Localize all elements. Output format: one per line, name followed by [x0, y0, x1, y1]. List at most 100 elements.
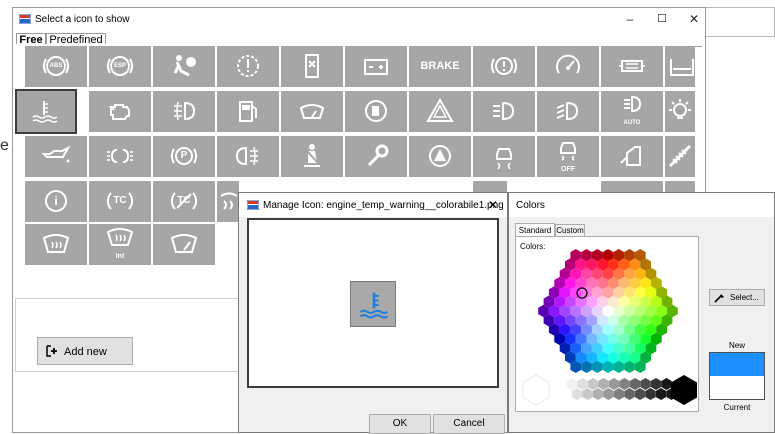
- fuel-pump-icon[interactable]: [217, 91, 279, 132]
- gray-hex-cell[interactable]: [645, 388, 656, 400]
- gray-hex-cell[interactable]: [634, 388, 646, 400]
- rear-fog-light-icon[interactable]: [217, 136, 279, 177]
- gray-hex-cell[interactable]: [608, 378, 620, 390]
- off-icon-text: OFF: [561, 166, 575, 173]
- gray-hex-cell[interactable]: [587, 378, 599, 390]
- app-icon: [247, 200, 259, 210]
- background-window-fragment: [706, 7, 775, 37]
- tc-off-indicator-icon[interactable]: TC: [153, 181, 215, 222]
- color-hexagon-picker[interactable]: [516, 237, 700, 413]
- oil-pressure-icon[interactable]: [25, 136, 87, 177]
- washer-fluid-icon[interactable]: [281, 91, 343, 132]
- close-button[interactable]: ✕: [683, 10, 705, 28]
- brake-text-warning-icon[interactable]: BRAKE: [409, 46, 471, 87]
- brake-system-warning-icon[interactable]: [217, 46, 279, 87]
- coolant-level-warning-icon[interactable]: [665, 46, 695, 87]
- minimize-button[interactable]: –: [619, 10, 641, 28]
- esp-icon-text: ESP: [113, 63, 126, 69]
- brake-circle-warning-icon[interactable]: [473, 46, 535, 87]
- cancel-button[interactable]: Cancel: [433, 414, 505, 434]
- gray-hex-cell[interactable]: [592, 388, 604, 400]
- esp-warning-icon[interactable]: ESP: [89, 46, 151, 87]
- tab-standard[interactable]: Standard: [515, 223, 555, 237]
- speedometer-warning-icon[interactable]: [537, 46, 599, 87]
- traction-control-off-icon[interactable]: OFF: [537, 136, 599, 177]
- gray-hex-cell[interactable]: [613, 388, 625, 400]
- seatbelt-warning-icon[interactable]: [281, 136, 343, 177]
- fuel-cap-icon[interactable]: [345, 91, 407, 132]
- eyedropper-select-button[interactable]: Select...: [709, 289, 765, 306]
- info-icon-text: i: [54, 194, 58, 208]
- close-button[interactable]: ✕: [483, 196, 503, 214]
- auto-icon-text: AUTO: [623, 120, 641, 126]
- current-color-label: Current: [723, 403, 751, 412]
- partial-background-text: e: [0, 137, 9, 154]
- manage-dialog-title: Manage Icon: engine_temp_warning__colora…: [263, 200, 504, 211]
- tc-off-icon-text: TC: [177, 195, 191, 206]
- fog-light-front-icon[interactable]: [153, 91, 215, 132]
- maximize-button[interactable]: ☐: [651, 10, 673, 28]
- int-icon-text: Int: [115, 253, 125, 260]
- colors-dialog: Colors Standard Custom Colors: Select...…: [508, 192, 775, 433]
- gray-hex-cell[interactable]: [655, 388, 667, 400]
- main-titlebar[interactable]: Select a icon to show – ☐ ✕: [13, 8, 705, 32]
- battery-warning-icon[interactable]: [345, 46, 407, 87]
- tc-indicator-icon[interactable]: TC: [89, 181, 151, 222]
- windshield-defrost-int-icon[interactable]: Int: [89, 224, 151, 265]
- suspension-warning-icon[interactable]: [665, 136, 695, 177]
- information-icon[interactable]: i: [25, 181, 87, 222]
- gray-hex-cell[interactable]: [598, 378, 609, 390]
- add-new-button[interactable]: Add new: [37, 337, 133, 365]
- colors-titlebar[interactable]: Colors: [509, 193, 774, 217]
- ecu-warning-icon[interactable]: [601, 46, 663, 87]
- gray-hex-cell[interactable]: [603, 388, 614, 400]
- new-color-swatch: [709, 352, 765, 376]
- gray-hex-cell[interactable]: [619, 378, 630, 390]
- gray-hex-cell[interactable]: [577, 378, 588, 390]
- add-icon: [46, 345, 57, 357]
- ok-button[interactable]: OK: [369, 414, 431, 434]
- traction-control-icon[interactable]: [473, 136, 535, 177]
- main-window-title: Select a icon to show: [35, 14, 130, 25]
- eyedropper-icon: [714, 294, 724, 303]
- gray-hex-cell[interactable]: [650, 378, 662, 390]
- manage-titlebar[interactable]: Manage Icon: engine_temp_warning__colora…: [239, 193, 507, 217]
- black-hex-cell[interactable]: [671, 375, 697, 405]
- parking-brake-icon[interactable]: P: [153, 136, 215, 177]
- gray-hex-cell[interactable]: [582, 388, 593, 400]
- auto-headlight-icon[interactable]: AUTO: [601, 91, 663, 132]
- gray-hex-cell[interactable]: [566, 378, 578, 390]
- brake-icon-text: BRAKE: [420, 60, 460, 72]
- door-open-icon[interactable]: [601, 136, 663, 177]
- master-warning-icon[interactable]: [409, 136, 471, 177]
- low-beam-icon[interactable]: [473, 91, 535, 132]
- gray-hex-cell[interactable]: [661, 378, 672, 390]
- windshield-wiper-icon[interactable]: [153, 224, 215, 265]
- engine-check-warning-icon[interactable]: [89, 91, 151, 132]
- hazard-warning-icon[interactable]: [409, 91, 471, 132]
- gray-hex-cell[interactable]: [629, 378, 641, 390]
- windshield-defrost-icon[interactable]: [25, 224, 87, 265]
- defrost-partial-icon[interactable]: [217, 181, 239, 222]
- service-wrench-icon[interactable]: [345, 136, 407, 177]
- gray-hex-cell[interactable]: [640, 378, 651, 390]
- add-new-label: Add new: [64, 346, 107, 358]
- abs-icon-text: ABS: [49, 63, 63, 69]
- fuel-filter-warning-icon[interactable]: [281, 46, 343, 87]
- airbag-warning-icon[interactable]: [153, 46, 215, 87]
- color-palette-panel: Colors:: [515, 236, 699, 412]
- parking-lights-icon[interactable]: [89, 136, 151, 177]
- select-label: Select...: [730, 293, 759, 302]
- auto-high-beam-icon[interactable]: [537, 91, 599, 132]
- icon-preview: [247, 218, 499, 388]
- gray-hex-cell[interactable]: [571, 388, 583, 400]
- white-hex-cell[interactable]: [522, 374, 550, 406]
- colors-dialog-title: Colors: [516, 200, 545, 211]
- bulb-failure-icon[interactable]: [665, 91, 695, 132]
- parking-brake-text: P: [180, 150, 188, 161]
- engine-temp-warning-icon[interactable]: [15, 89, 77, 134]
- abs-warning-icon[interactable]: ABS: [25, 46, 87, 87]
- gray-hex-cell[interactable]: [624, 388, 635, 400]
- manage-icon-dialog: Manage Icon: engine_temp_warning__colora…: [238, 192, 508, 434]
- new-color-label: New: [728, 341, 745, 350]
